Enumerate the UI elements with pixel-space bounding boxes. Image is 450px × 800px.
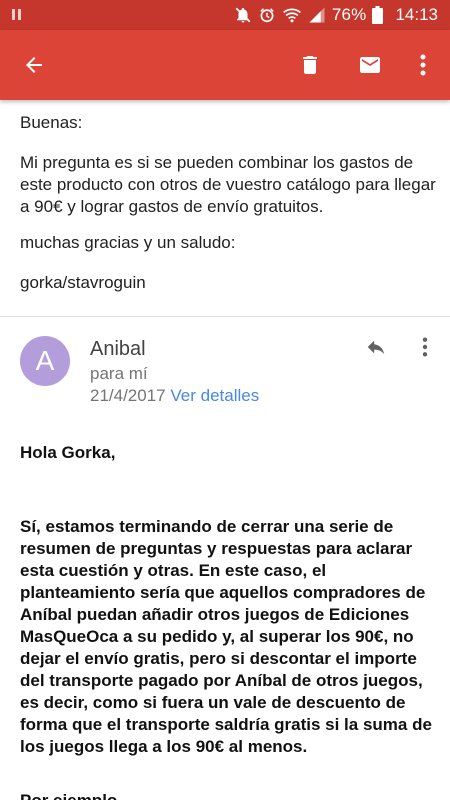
sender-name: Anibal — [90, 338, 146, 360]
previous-greeting: Buenas: — [20, 113, 83, 132]
message-thread[interactable]: Buenas: Mi pregunta es si se pueden comb… — [0, 100, 450, 800]
back-button[interactable] — [14, 30, 54, 100]
message-divider — [0, 316, 450, 317]
mute-icon — [235, 7, 251, 23]
reply-button[interactable] — [360, 332, 392, 362]
signal-icon — [309, 7, 325, 23]
previous-body: Mi pregunta es si se pueden combinar los… — [20, 153, 436, 216]
view-details-link[interactable]: Ver detalles — [170, 386, 259, 405]
battery-percentage: 76% — [331, 5, 367, 24]
app-bar — [0, 30, 450, 100]
recipient-label: para mí — [90, 364, 148, 383]
mark-unread-button[interactable] — [350, 30, 390, 100]
message-date: 21/4/2017 — [90, 386, 166, 405]
message-meta: 21/4/2017 Ver detalles — [90, 386, 259, 406]
message-more-button[interactable] — [414, 332, 436, 362]
reply-icon — [367, 340, 385, 355]
more-vert-icon — [422, 337, 428, 357]
message-next-line: Por ejemplo — [20, 790, 440, 800]
delete-button[interactable] — [292, 30, 328, 100]
delete-icon — [303, 56, 317, 74]
message-greeting: Hola Gorka, — [20, 443, 116, 462]
sender-avatar[interactable]: A — [20, 336, 70, 386]
message-body: Sí, estamos terminando de cerrar una ser… — [20, 517, 432, 756]
previous-thanks: muchas gracias y un saludo: — [20, 233, 236, 252]
wifi-icon — [282, 8, 301, 23]
status-time: 14:13 — [395, 5, 438, 24]
more-vert-icon — [420, 54, 426, 76]
previous-signature: gorka/stavroguin — [20, 273, 146, 292]
battery-icon — [372, 6, 384, 24]
more-options-button[interactable] — [408, 30, 438, 100]
status-bar: 76% 14:13 — [0, 0, 450, 30]
status-icons: 76% 14:13 — [234, 0, 438, 30]
back-arrow-icon — [26, 57, 42, 73]
alarm-icon — [260, 8, 274, 23]
mail-icon — [360, 57, 380, 73]
notification-icon — [12, 9, 22, 20]
